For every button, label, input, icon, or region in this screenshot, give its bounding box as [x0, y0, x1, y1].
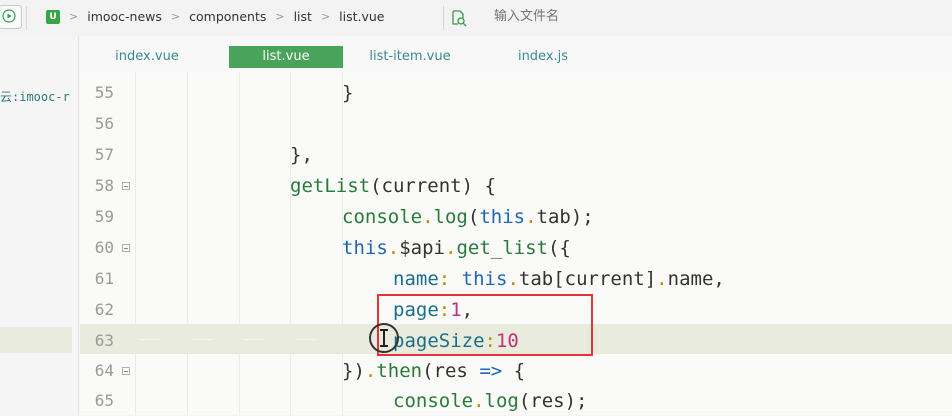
tab-list-item-vue[interactable]: list-item.vue: [362, 46, 458, 68]
breadcrumb-item[interactable]: list: [294, 9, 312, 24]
file-search-icon[interactable]: [450, 9, 468, 27]
tab-index-vue[interactable]: index.vue: [108, 46, 186, 68]
breadcrumb-item[interactable]: components: [189, 9, 266, 24]
fold-toggle-icon[interactable]: [122, 182, 130, 190]
line-number: 57: [94, 145, 114, 164]
code-text: console.log(res);: [393, 390, 588, 412]
breadcrumb-item[interactable]: list.vue: [339, 9, 384, 24]
line-number: 62: [94, 300, 114, 319]
chevron-right-icon: >: [170, 10, 181, 23]
fold-toggle-icon[interactable]: [122, 244, 130, 252]
sidebar-current-row: [0, 327, 72, 353]
code-text: }).then(res => {: [342, 360, 526, 382]
toolbar-divider: [443, 6, 444, 30]
line-number: 65: [94, 391, 114, 410]
code-line: 59 console.log(this.tab);: [80, 202, 952, 232]
code-text: name: this.tab[current].name,: [393, 268, 725, 290]
project-tree-label[interactable]: 云:imooc-r: [0, 88, 72, 105]
line-number: 55: [94, 83, 114, 102]
code-line: 65 console.log(res);: [80, 386, 952, 416]
indent-marker: [140, 339, 160, 340]
code-text: },: [290, 144, 313, 166]
code-editor[interactable]: 55 } 56 57 }, 58 getList(current) { 59 c…: [80, 72, 952, 415]
project-sidebar: 云:imooc-r: [0, 36, 80, 415]
chevron-right-icon: >: [69, 10, 79, 23]
toolbar-divider: [26, 6, 27, 30]
editor-tabs: index.vue list.vue list-item.vue index.j…: [80, 36, 952, 72]
text-cursor-icon: [380, 329, 388, 347]
tab-index-js[interactable]: index.js: [508, 46, 578, 68]
chevron-right-icon: >: [320, 10, 331, 23]
code-text: console.log(this.tab);: [342, 206, 594, 228]
project-logo-icon: U: [46, 9, 60, 24]
code-line: 64 }).then(res => {: [80, 356, 952, 386]
chevron-right-icon: >: [275, 10, 285, 23]
indent-marker: [295, 339, 315, 340]
tab-list-vue[interactable]: list.vue: [229, 46, 343, 68]
sidebar-divider: [78, 36, 79, 415]
line-number: 59: [94, 207, 114, 226]
fold-toggle-icon[interactable]: [122, 367, 130, 375]
code-text: this.$api.get_list({: [342, 237, 571, 259]
top-toolbar: U > imooc-news > components > list > lis…: [0, 0, 952, 37]
line-number: 61: [94, 269, 114, 288]
play-icon: [2, 9, 16, 23]
code-line: 60 this.$api.get_list({: [80, 233, 952, 263]
file-search-input[interactable]: [494, 9, 694, 24]
code-text: }: [342, 82, 354, 104]
line-number: 58: [94, 176, 114, 195]
line-number: 63: [94, 331, 114, 350]
code-line: 56: [80, 109, 952, 139]
code-text: getList(current) {: [290, 175, 496, 197]
code-line: 58 getList(current) {: [80, 171, 952, 201]
breadcrumb-item[interactable]: imooc-news: [87, 9, 162, 24]
annotation-highlight-box: [377, 294, 593, 356]
line-number: 64: [94, 361, 114, 380]
line-number: 56: [94, 114, 114, 133]
code-line: 61 name: this.tab[current].name,: [80, 264, 952, 294]
code-line: 55 }: [80, 78, 952, 108]
breadcrumb: U > imooc-news > components > list > lis…: [46, 9, 385, 24]
run-button[interactable]: [0, 5, 22, 29]
indent-marker: [192, 339, 212, 340]
code-line: 57 },: [80, 140, 952, 170]
indent-marker: [244, 339, 264, 340]
line-number: 60: [94, 238, 114, 257]
